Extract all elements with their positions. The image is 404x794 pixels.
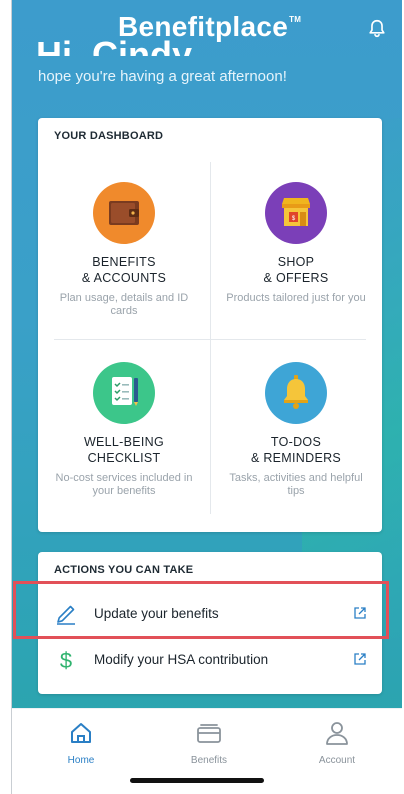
home-icon <box>71 723 91 743</box>
tile-benefits-accounts[interactable]: BENEFITS & ACCOUNTS Plan usage, details … <box>38 182 210 358</box>
tile-description: Products tailored just for you <box>226 292 366 304</box>
person-icon <box>326 722 348 745</box>
tile-title-line2: & REMINDERS <box>250 451 342 465</box>
tile-title-line2: & ACCOUNTS <box>81 271 167 285</box>
tile-well-being-checklist[interactable]: WELL-BEING CHECKLIST No-cost services in… <box>38 362 210 538</box>
tile-title-line2: & OFFERS <box>263 271 329 285</box>
tile-title-line1: WELL-BEING <box>83 435 165 449</box>
bell-icon[interactable] <box>366 18 388 40</box>
tab-benefits[interactable]: Benefits <box>144 709 274 769</box>
cards-icon <box>197 724 221 743</box>
tile-description: No-cost services included in your benefi… <box>55 472 193 497</box>
tile-todos-reminders[interactable]: TO-DOS & REMINDERS Tasks, activities and… <box>210 362 382 538</box>
logo-trademark: TM <box>289 15 302 24</box>
checklist-icon <box>93 362 155 424</box>
tile-title-line1: BENEFITS <box>92 255 156 269</box>
greeting-subtitle: hope you're having a great afternoon! <box>38 68 287 85</box>
tab-label: Benefits <box>190 755 228 766</box>
tile-title: SHOP & OFFERS <box>210 254 382 286</box>
tile-title-line1: TO-DOS <box>270 435 322 449</box>
home-indicator <box>130 778 264 783</box>
tab-account[interactable]: Account <box>272 709 402 769</box>
tab-label: Home <box>67 755 95 766</box>
action-modify-hsa[interactable]: $ Modify your HSA contribution <box>38 640 382 680</box>
tile-title: BENEFITS & ACCOUNTS <box>38 254 210 286</box>
external-link-icon <box>354 653 366 665</box>
bell-icon <box>265 362 327 424</box>
dashboard-title: YOUR DASHBOARD <box>54 130 164 142</box>
tile-description: Plan usage, details and ID cards <box>59 292 189 317</box>
greeting-title: Hi, Cindy <box>36 34 193 56</box>
wallet-icon <box>93 182 155 244</box>
tile-title: WELL-BEING CHECKLIST <box>38 434 210 466</box>
tab-home[interactable]: Home <box>16 709 146 769</box>
tile-description: Tasks, activities and helpful tips <box>229 472 363 497</box>
app-screen: BenefitplaceTM Hi, Cindy hope you're hav… <box>12 0 402 794</box>
tile-shop-offers[interactable]: $ SHOP & OFFERS Products tailored just f… <box>210 182 382 358</box>
tab-label: Account <box>318 755 356 766</box>
svg-text:$: $ <box>60 648 72 672</box>
tile-title: TO-DOS & REMINDERS <box>210 434 382 466</box>
dashboard-card: YOUR DASHBOARD BENEFITS & ACCOUNTS Plan … <box>38 118 382 532</box>
actions-title: ACTIONS YOU CAN TAKE <box>54 564 194 576</box>
tile-title-line2: CHECKLIST <box>87 451 161 465</box>
highlight-box <box>13 581 389 639</box>
store-icon: $ <box>265 182 327 244</box>
action-label: Modify your HSA contribution <box>94 652 269 667</box>
dollar-icon: $ <box>60 648 72 672</box>
tile-title-line1: SHOP <box>277 255 315 269</box>
